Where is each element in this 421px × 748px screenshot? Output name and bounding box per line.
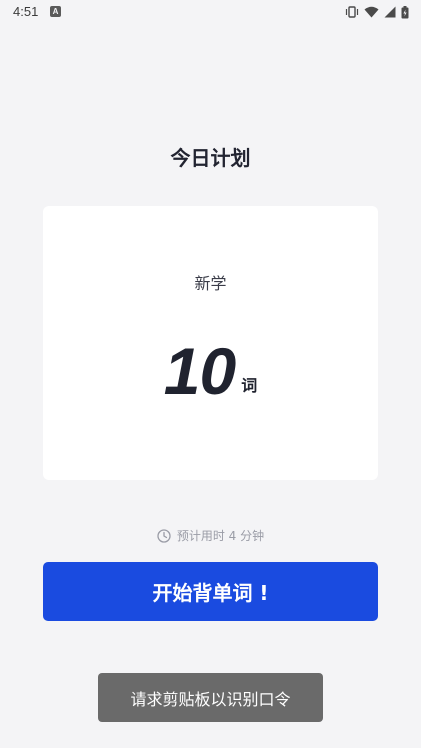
estimate-text: 预计用时 4 分钟 (176, 529, 265, 543)
status-icons (345, 4, 409, 20)
word-count: 10 词 (43, 338, 378, 404)
notification-letter: A (52, 7, 59, 16)
toast-text: 请求剪贴板以识别口令 (130, 689, 291, 709)
app-notification-icon: A (50, 6, 61, 17)
clipboard-toast: 请求剪贴板以识别口令 (98, 673, 323, 722)
clock-icon (157, 528, 171, 543)
word-count-unit: 词 (241, 376, 258, 395)
start-learning-button[interactable]: 开始背单词 ! (43, 562, 378, 621)
page-title: 今日计划 (170, 146, 251, 170)
status-bar: 4:51 A (0, 0, 421, 24)
new-words-label: 新学 (194, 274, 227, 293)
vibrate-icon (345, 6, 359, 18)
word-count-value: 10 (163, 334, 236, 408)
signal-icon (384, 6, 396, 18)
wifi-icon (364, 6, 379, 18)
status-time: 4:51 (13, 4, 39, 19)
estimate-row: 预计用时 4 分钟 (0, 527, 421, 544)
plan-card: 新学 10 词 (43, 206, 378, 480)
battery-icon (401, 5, 409, 19)
